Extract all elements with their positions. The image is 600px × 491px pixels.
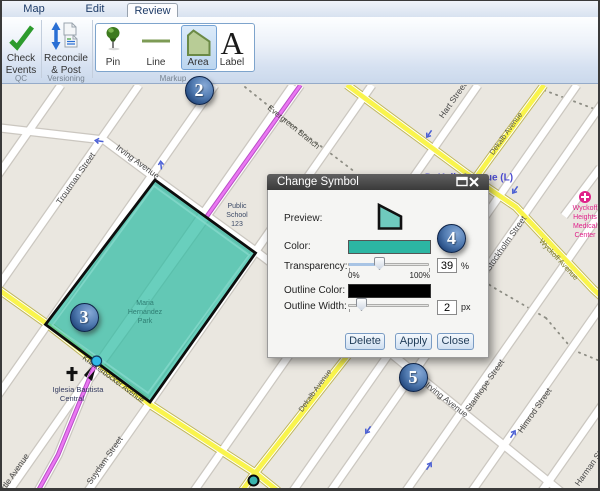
svg-text:School: School (226, 212, 248, 219)
svg-text:Center: Center (574, 232, 596, 239)
svg-text:Hernandez: Hernandez (128, 309, 163, 316)
svg-text:Medical: Medical (573, 223, 598, 230)
svg-text:Maria: Maria (136, 300, 154, 307)
svg-text:Wyckoff: Wyckoff (573, 205, 598, 212)
svg-text:A: A (220, 25, 243, 61)
svg-text:Central: Central (60, 394, 85, 403)
svg-text:Park: Park (138, 318, 153, 325)
svg-text:Public: Public (227, 203, 247, 210)
svg-text:Heights: Heights (573, 214, 597, 221)
svg-text:Iglesia Bautista: Iglesia Bautista (53, 385, 105, 394)
svg-text:123: 123 (231, 221, 243, 228)
